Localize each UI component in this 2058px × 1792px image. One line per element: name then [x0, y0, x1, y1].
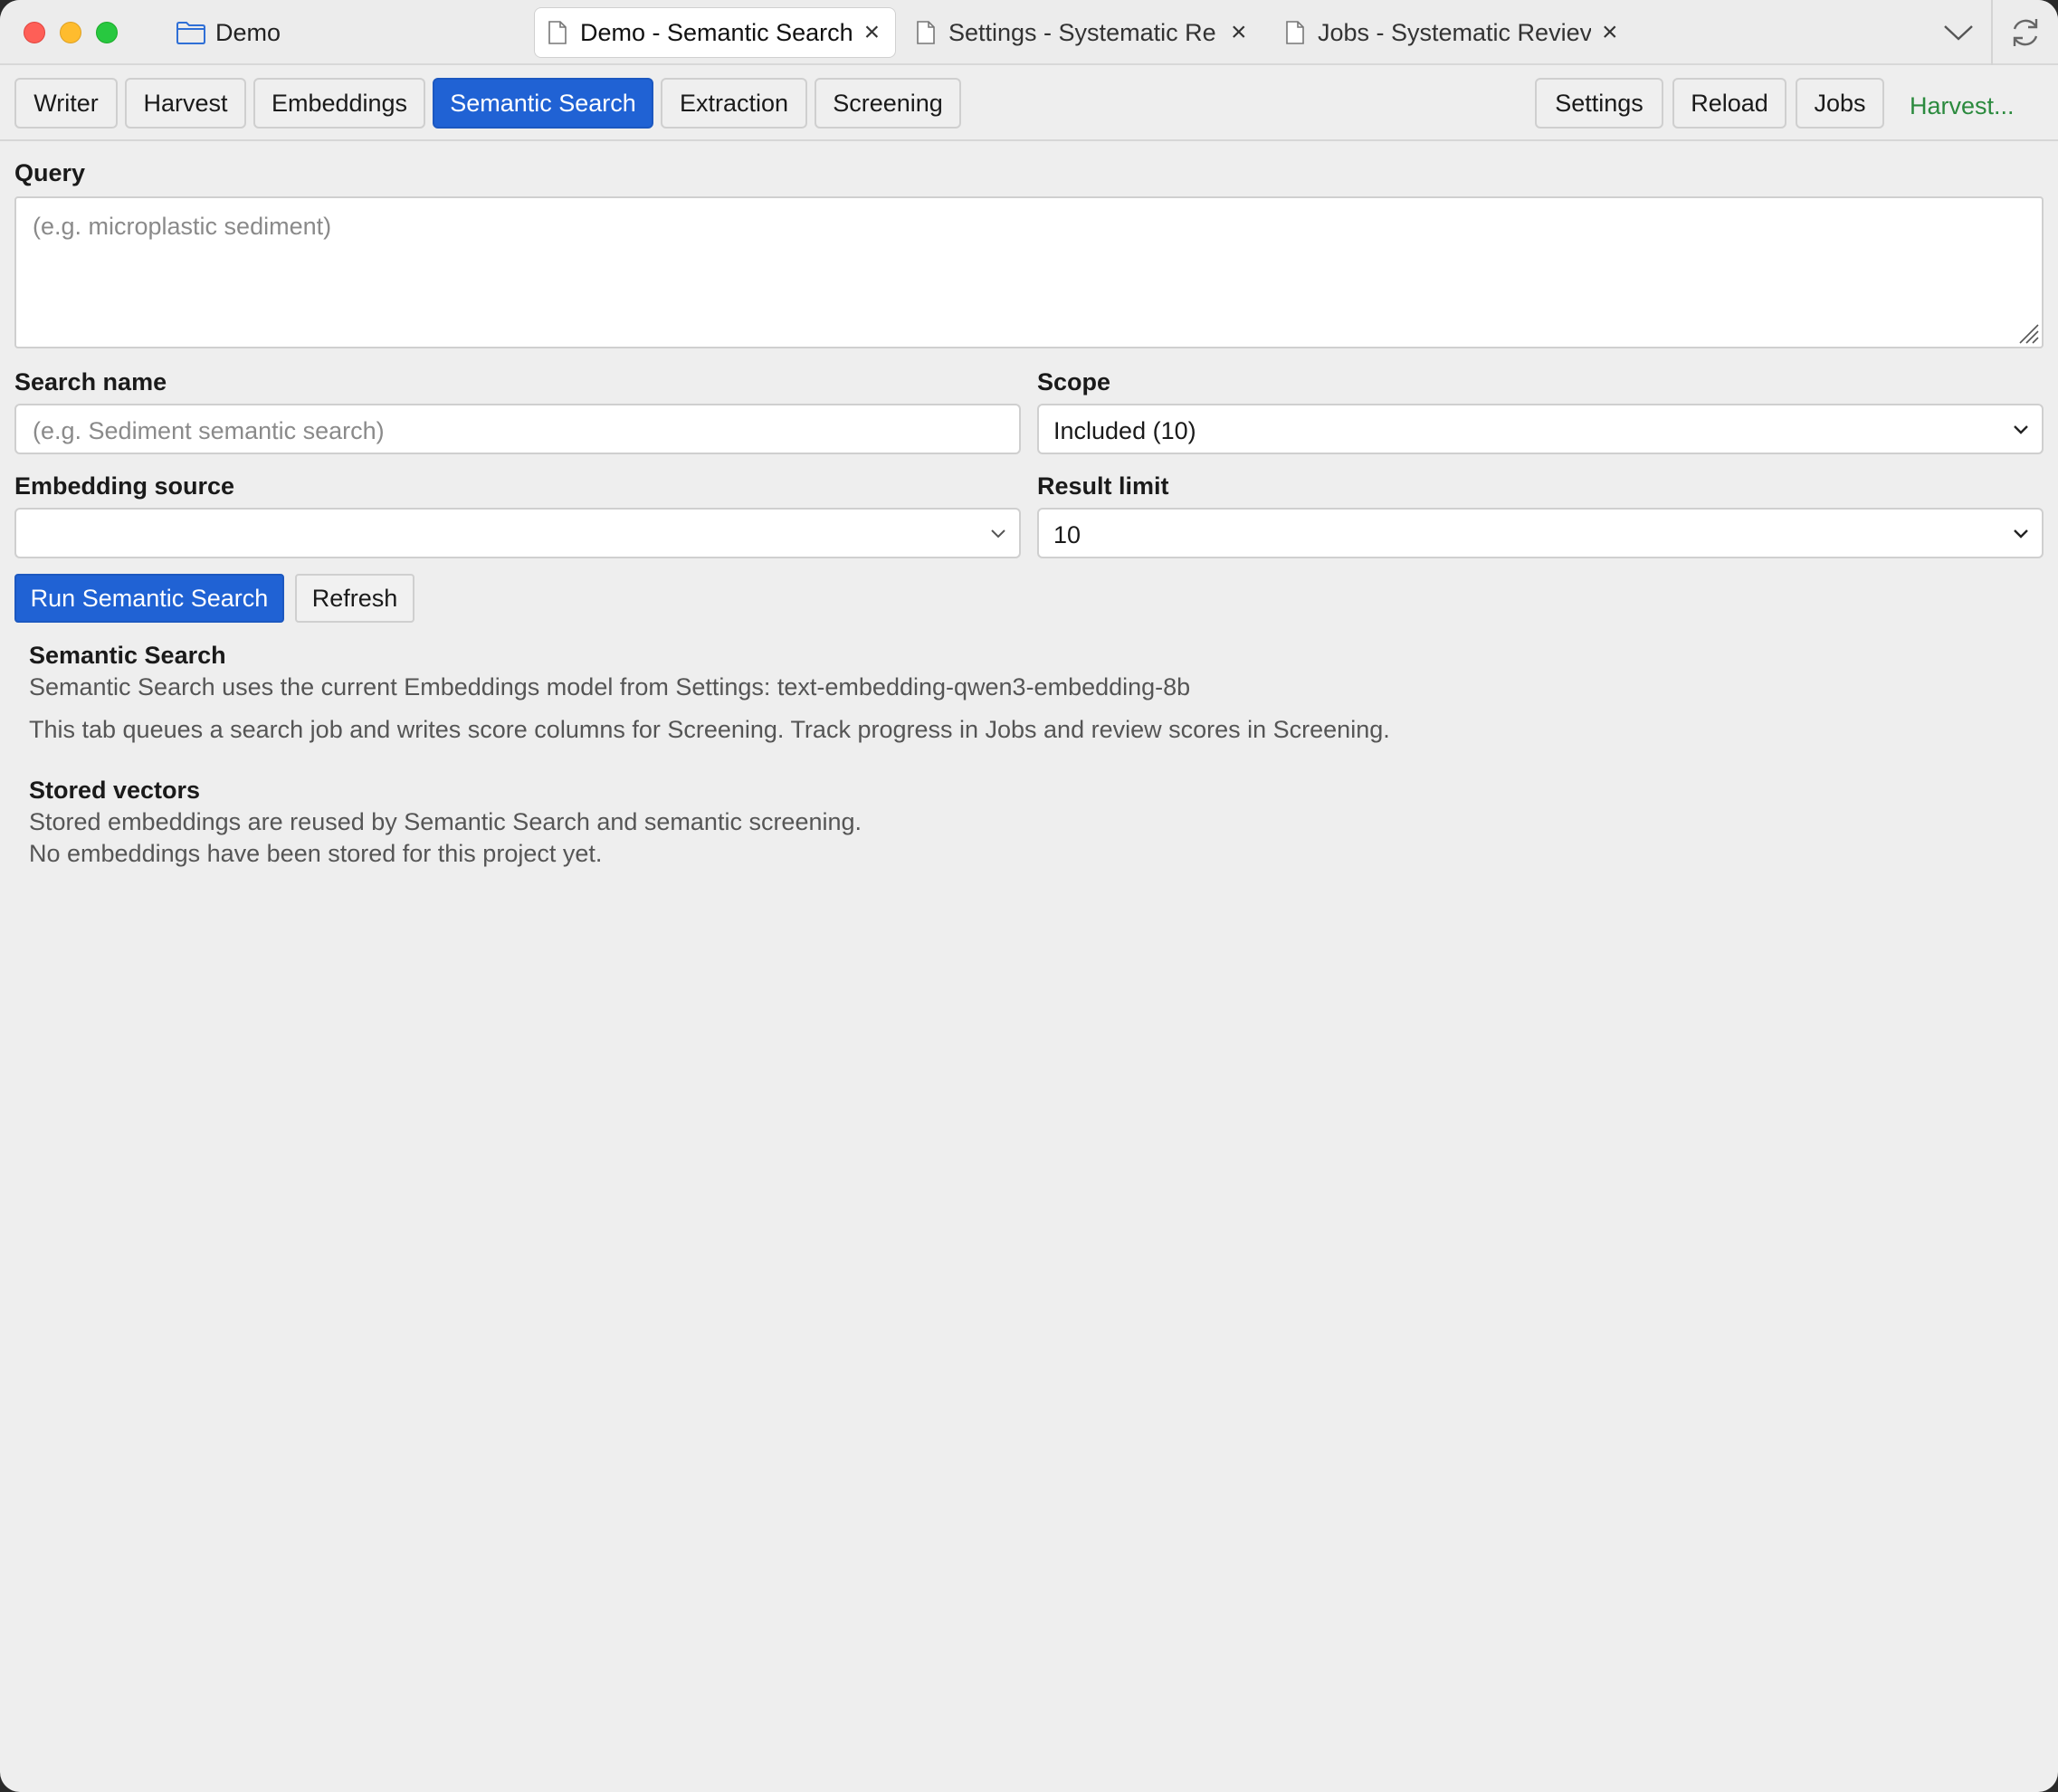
query-placeholder: (e.g. microplastic sediment) [33, 213, 332, 240]
app-window: Demo Demo - Semantic Search × Settings -… [0, 0, 2058, 1792]
scope-label: Scope [1037, 368, 1111, 396]
refresh-icon[interactable] [2009, 14, 2042, 51]
stored-vectors-description: Stored embeddings are reused by Semantic… [29, 808, 862, 835]
chevron-down-icon [2014, 425, 2028, 434]
chevron-down-icon [2014, 529, 2028, 539]
close-icon[interactable]: × [864, 19, 881, 46]
document-icon [917, 21, 935, 44]
result-limit-value: 10 [1053, 521, 1081, 548]
chevron-down-icon [991, 529, 1005, 539]
query-label: Query [14, 159, 86, 186]
stored-vectors-status: No embeddings have been stored for this … [29, 840, 603, 867]
folder-icon [176, 22, 205, 44]
stored-vectors-heading: Stored vectors [29, 777, 201, 804]
tab-demo-semantic-search[interactable]: Demo - Semantic Search × [534, 7, 896, 58]
module-toolbar: Writer Harvest Embeddings Semantic Searc… [0, 67, 2058, 141]
settings-button[interactable]: Settings [1535, 78, 1663, 129]
tab-settings[interactable]: Settings - Systematic Re × [903, 7, 1265, 58]
divider [1991, 0, 1993, 65]
semantic-search-description: This tab queues a search job and writes … [29, 716, 1390, 743]
title-bar: Demo Demo - Semantic Search × Settings -… [0, 0, 2058, 65]
semantic-search-model-text: Semantic Search uses the current Embeddi… [29, 673, 1191, 701]
scope-value: Included (10) [1053, 417, 1196, 444]
result-limit-select[interactable]: 10 [1037, 508, 2044, 558]
reload-button[interactable]: Reload [1672, 78, 1786, 129]
chevron-down-icon[interactable] [1942, 20, 1975, 45]
close-icon[interactable]: × [1602, 19, 1618, 46]
run-semantic-search-button[interactable]: Run Semantic Search [14, 574, 284, 623]
tab-jobs[interactable]: Jobs - Systematic Reviev × [1272, 7, 1634, 58]
tab-label: Settings - Systematic Re [948, 18, 1216, 46]
search-name-placeholder: (e.g. Sediment semantic search) [33, 417, 385, 444]
zoom-window-button[interactable] [96, 22, 118, 43]
close-window-button[interactable] [24, 22, 45, 43]
search-name-input[interactable]: (e.g. Sediment semantic search) [14, 404, 1021, 454]
document-icon [1286, 21, 1304, 44]
harvest-status-link[interactable]: Harvest... [1910, 92, 2015, 120]
folder-label: Demo [215, 18, 281, 46]
tab-label: Jobs - Systematic Reviev [1318, 18, 1591, 46]
nav-semantic-search-button[interactable]: Semantic Search [433, 78, 653, 129]
nav-extraction-button[interactable]: Extraction [661, 78, 807, 129]
query-textarea[interactable]: (e.g. microplastic sediment) [14, 196, 2044, 348]
minimize-window-button[interactable] [60, 22, 81, 43]
embedding-source-label: Embedding source [14, 472, 235, 500]
embedding-source-select[interactable] [14, 508, 1021, 558]
jobs-button[interactable]: Jobs [1796, 78, 1884, 129]
refresh-button[interactable]: Refresh [295, 574, 414, 623]
folder-breadcrumb[interactable]: Demo [176, 18, 281, 47]
search-name-label: Search name [14, 368, 167, 396]
nav-embeddings-button[interactable]: Embeddings [253, 78, 425, 129]
tab-label: Demo - Semantic Search [580, 18, 853, 46]
resize-grip-icon[interactable] [2016, 321, 2040, 345]
scope-select[interactable]: Included (10) [1037, 404, 2044, 454]
semantic-search-heading: Semantic Search [29, 642, 226, 669]
close-icon[interactable]: × [1231, 19, 1247, 46]
result-limit-label: Result limit [1037, 472, 1169, 500]
nav-harvest-button[interactable]: Harvest [125, 78, 246, 129]
nav-writer-button[interactable]: Writer [14, 78, 118, 129]
document-icon [548, 21, 567, 44]
nav-screening-button[interactable]: Screening [815, 78, 961, 129]
